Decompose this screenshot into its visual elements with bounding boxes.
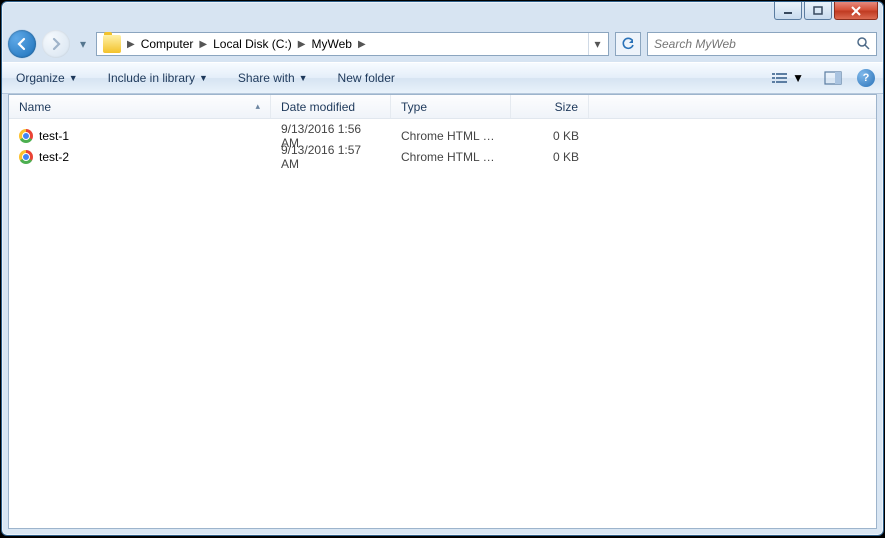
file-date: 9/13/2016 1:57 AM <box>271 143 391 171</box>
titlebar[interactable] <box>2 2 883 30</box>
maximize-button[interactable] <box>804 2 832 20</box>
nav-forward-button[interactable] <box>42 30 70 58</box>
breadcrumb-computer[interactable]: Computer <box>137 37 198 51</box>
refresh-button[interactable] <box>615 32 641 56</box>
breadcrumb-myweb[interactable]: MyWeb <box>307 37 355 51</box>
chrome-html-icon <box>19 150 33 164</box>
search-input[interactable] <box>654 37 856 51</box>
breadcrumb-separator[interactable]: ▶ <box>296 39 308 50</box>
new-folder-button[interactable]: New folder <box>332 68 401 88</box>
file-row[interactable]: test-1 9/13/2016 1:56 AM Chrome HTML Do.… <box>9 125 876 146</box>
file-size: 0 KB <box>511 150 589 164</box>
file-type: Chrome HTML Do... <box>391 129 511 143</box>
breadcrumb-separator[interactable]: ▶ <box>356 39 368 50</box>
column-date[interactable]: Date modified <box>271 95 391 118</box>
share-with-menu[interactable]: Share with▼ <box>232 68 314 88</box>
toolbar: Organize▼ Include in library▼ Share with… <box>2 62 883 94</box>
address-dropdown[interactable]: ▾ <box>588 33 606 55</box>
breadcrumb-localdisk[interactable]: Local Disk (C:) <box>209 37 296 51</box>
file-name: test-2 <box>39 150 69 164</box>
close-button[interactable] <box>834 2 878 20</box>
file-rows: test-1 9/13/2016 1:56 AM Chrome HTML Do.… <box>9 119 876 167</box>
file-list-pane: Name ▴ Date modified Type Size test-1 9/… <box>8 94 877 529</box>
list-view-icon <box>771 71 789 85</box>
chrome-html-icon <box>19 129 33 143</box>
include-in-library-menu[interactable]: Include in library▼ <box>102 68 214 88</box>
nav-back-button[interactable] <box>8 30 36 58</box>
view-options-button[interactable]: ▼ <box>766 68 809 88</box>
file-name: test-1 <box>39 129 69 143</box>
column-size[interactable]: Size <box>511 95 589 118</box>
minimize-button[interactable] <box>774 2 802 20</box>
preview-pane-icon <box>824 71 842 85</box>
folder-icon <box>103 35 121 53</box>
file-type: Chrome HTML Do... <box>391 150 511 164</box>
breadcrumb-separator: ▶ <box>125 39 137 50</box>
file-size: 0 KB <box>511 129 589 143</box>
column-name[interactable]: Name ▴ <box>9 95 271 118</box>
organize-menu[interactable]: Organize▼ <box>10 68 84 88</box>
help-button[interactable]: ? <box>857 69 875 87</box>
file-row[interactable]: test-2 9/13/2016 1:57 AM Chrome HTML Do.… <box>9 146 876 167</box>
nav-history-dropdown[interactable]: ▾ <box>76 30 90 58</box>
search-box[interactable] <box>647 32 877 56</box>
column-headers: Name ▴ Date modified Type Size <box>9 95 876 119</box>
address-bar[interactable]: ▶ Computer ▶ Local Disk (C:) ▶ MyWeb ▶ ▾ <box>96 32 609 56</box>
preview-pane-button[interactable] <box>819 68 847 88</box>
column-type[interactable]: Type <box>391 95 511 118</box>
breadcrumb-separator[interactable]: ▶ <box>197 39 209 50</box>
sort-indicator-icon: ▴ <box>255 101 260 112</box>
search-icon <box>856 36 870 53</box>
explorer-window: ▾ ▶ Computer ▶ Local Disk (C:) ▶ MyWeb ▶… <box>1 1 884 536</box>
